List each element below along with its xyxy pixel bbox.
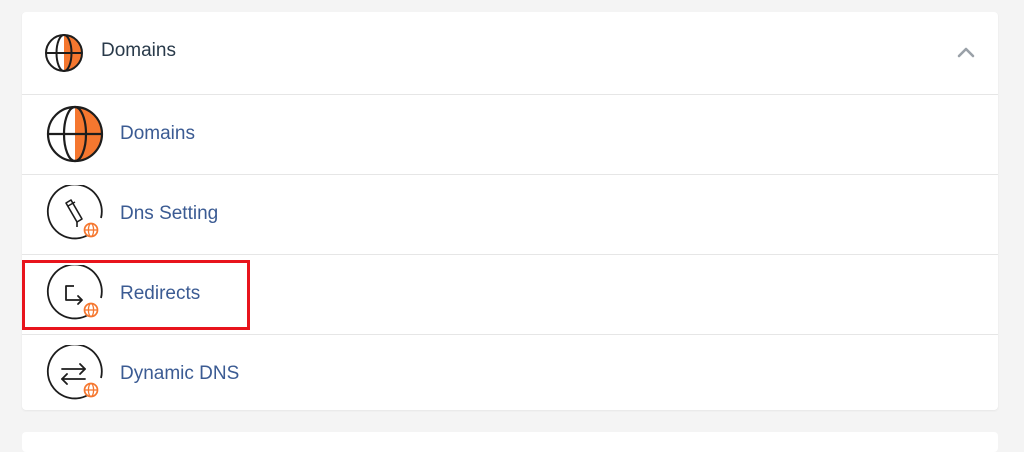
menu-item-domains[interactable]: Domains <box>22 95 998 175</box>
globe-icon <box>45 34 83 72</box>
menu-item-label: Dns Setting <box>120 203 219 224</box>
small-globe-icon <box>83 222 99 238</box>
section-title: Domains <box>101 40 176 61</box>
menu-item-label: Domains <box>120 123 195 144</box>
domains-panel: Domains Domains Dns Setting Redirects Dy… <box>22 12 998 410</box>
chevron-up-icon[interactable] <box>956 45 976 59</box>
next-panel <box>22 432 998 452</box>
menu-item-dynamic-dns[interactable]: Dynamic DNS <box>22 335 998 414</box>
dynamic-dns-icon <box>46 345 103 400</box>
globe-icon <box>46 105 104 163</box>
menu-item-label: Redirects <box>120 283 201 304</box>
domains-section-header[interactable]: Domains <box>22 12 998 95</box>
menu-item-label: Dynamic DNS <box>120 363 240 384</box>
small-globe-icon <box>83 302 99 318</box>
menu-item-dns-setting[interactable]: Dns Setting <box>22 175 998 255</box>
redirect-icon <box>46 265 103 320</box>
menu-item-redirects[interactable]: Redirects <box>22 255 998 335</box>
dns-setting-icon <box>46 185 103 240</box>
small-globe-icon <box>83 382 99 398</box>
